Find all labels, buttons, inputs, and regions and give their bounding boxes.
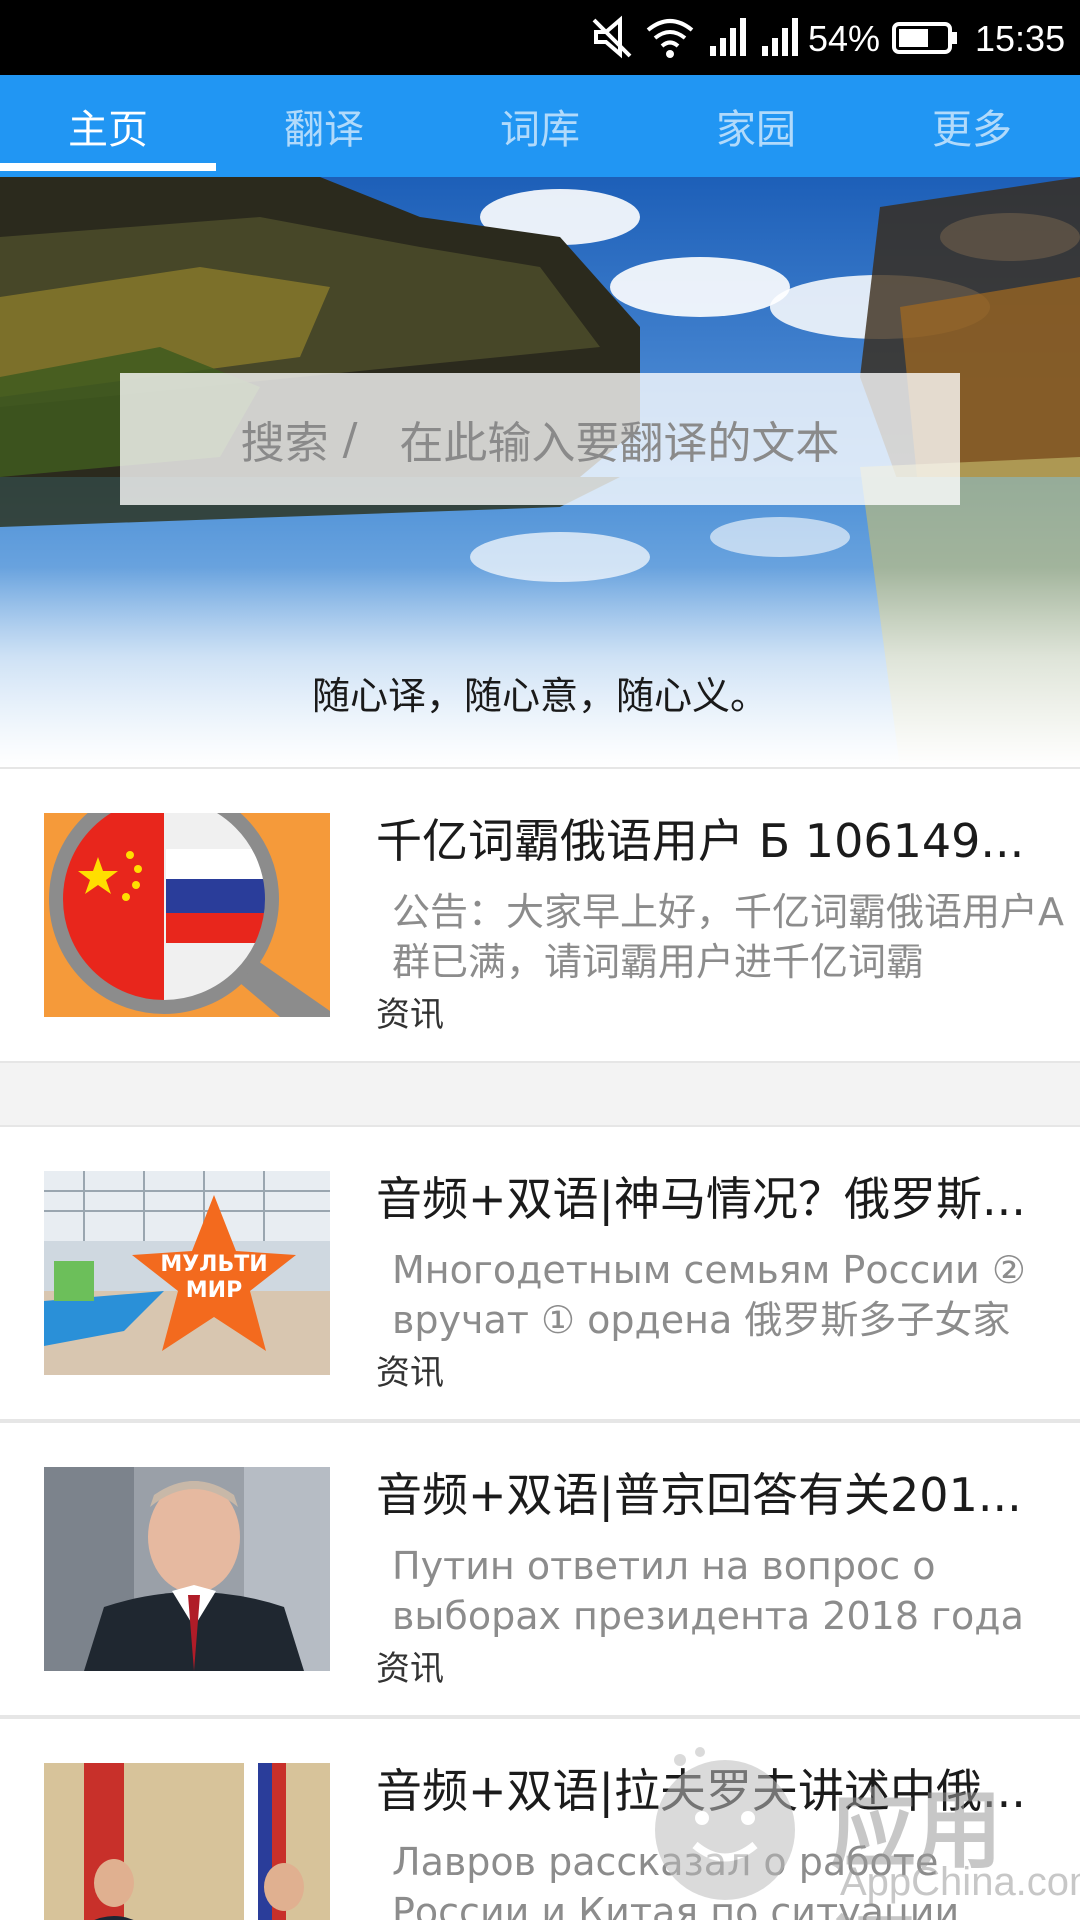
svg-text:МУЛЬТИ: МУЛЬТИ <box>160 1252 267 1277</box>
appchina-watermark: 应用汇 AppChina.com <box>640 1740 1080 1920</box>
news-category-tag: 资讯 <box>376 995 444 1035</box>
news-item[interactable]: 音频+双语|普京回答有关201... Путин ответил на вопр… <box>0 1421 1080 1717</box>
battery-percent: 54% <box>808 18 881 59</box>
news-title: 音频+双语|神马情况？俄罗斯... <box>376 1172 1026 1226</box>
watermark-domain: AppChina.com <box>840 1860 1080 1904</box>
search-separator: / <box>342 413 358 465</box>
tab-label: 翻译 <box>284 107 364 153</box>
tab-community[interactable]: 家园 <box>648 75 864 177</box>
tab-label: 更多 <box>932 107 1012 153</box>
signal-icon <box>710 18 746 56</box>
news-summary: Путин ответил на вопрос о выборах презид… <box>392 1544 1024 1638</box>
news-thumbnail <box>44 1467 330 1671</box>
smiley-logo-icon <box>655 1747 795 1900</box>
search-input[interactable]: 搜索 / 在此输入要翻译的文本 <box>120 373 960 505</box>
hero-banner: 搜索 / 在此输入要翻译的文本 随心译，随心意，随心义。 <box>0 177 1080 767</box>
news-thumbnail <box>44 813 330 1017</box>
svg-text:МИР: МИР <box>186 1278 242 1303</box>
tab-vocabulary[interactable]: 词库 <box>432 75 648 177</box>
tab-bar: 主页 翻译 词库 家园 更多 <box>0 75 1080 177</box>
tab-label: 主页 <box>68 107 148 153</box>
tab-home[interactable]: 主页 <box>0 75 216 177</box>
slogan: 随心译，随心意，随心义。 <box>311 674 768 718</box>
tab-label: 家园 <box>716 107 796 153</box>
active-tab-indicator <box>0 163 216 171</box>
tab-translate[interactable]: 翻译 <box>216 75 432 177</box>
news-title: 音频+双语|普京回答有关201... <box>376 1468 1022 1522</box>
multimir-star-image: МУЛЬТИ МИР <box>44 1171 330 1375</box>
search-label: 搜索 <box>240 418 329 469</box>
signal-icon <box>762 18 798 56</box>
section-divider <box>0 1063 1080 1125</box>
putin-portrait-image <box>44 1467 330 1671</box>
news-title: 千亿词霸俄语用户 Б 106149... <box>376 814 1025 868</box>
wifi-icon <box>646 19 694 58</box>
clock: 15:35 <box>975 18 1066 59</box>
search-placeholder: 在此输入要翻译的文本 <box>399 418 840 469</box>
battery-icon <box>892 22 957 54</box>
news-thumbnail: МУЛЬТИ МИР <box>44 1171 330 1375</box>
news-category-tag: 资讯 <box>376 1649 444 1689</box>
news-thumbnail <box>44 1763 330 1920</box>
news-item[interactable]: МУЛЬТИ МИР 音频+双语|神马情况？俄罗斯... Многодетным… <box>0 1125 1080 1421</box>
news-summary: 公告：大家早上好，千亿词霸俄语用户A群已满，请词霸用户进千亿词霸 <box>392 890 1064 984</box>
mute-icon <box>592 15 632 59</box>
news-item[interactable]: 千亿词霸俄语用户 Б 106149... 公告：大家早上好，千亿词霸俄语用户A群… <box>0 767 1080 1063</box>
tab-more[interactable]: 更多 <box>864 75 1080 177</box>
lavrov-meeting-image <box>44 1763 330 1920</box>
status-bar: 54% 15:35 <box>0 0 1080 75</box>
china-russia-flag-icon <box>44 813 330 1017</box>
news-summary: Многодетным семьям России ② вручат ① орд… <box>392 1248 1026 1342</box>
news-category-tag: 资讯 <box>376 1353 444 1393</box>
tab-label: 词库 <box>500 107 580 153</box>
